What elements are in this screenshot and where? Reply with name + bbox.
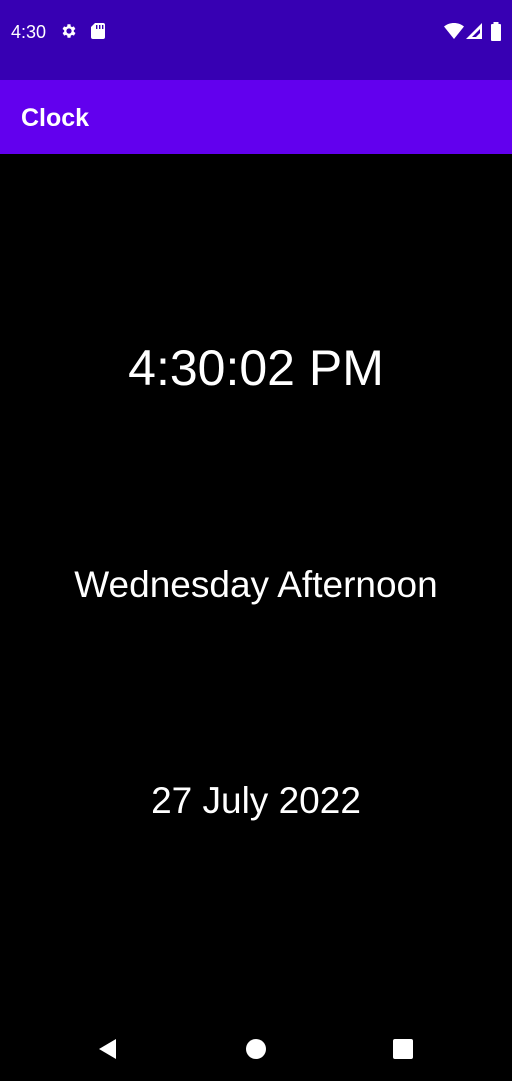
back-icon[interactable] — [96, 1037, 120, 1061]
clock-day-part: Wednesday Afternoon — [74, 564, 438, 605]
navigation-bar — [0, 1015, 512, 1081]
settings-gear-icon — [60, 22, 80, 42]
app-bar: Clock — [0, 80, 512, 154]
clock-time: 4:30:02 PM — [128, 340, 384, 396]
status-time: 4:30 — [11, 22, 47, 42]
signal-icon — [465, 22, 485, 42]
sd-card-icon — [90, 22, 110, 42]
clock-screen: 4:30 Clock 4:30:02 PM Wednesday Afternoo… — [0, 0, 512, 1081]
battery-icon — [490, 22, 510, 42]
app-title: Clock — [21, 104, 90, 132]
status-bar: 4:30 — [0, 0, 512, 80]
clock-date: 27 July 2022 — [151, 780, 361, 821]
recents-icon[interactable] — [391, 1037, 415, 1061]
home-icon[interactable] — [244, 1037, 268, 1061]
wifi-icon — [444, 22, 464, 42]
